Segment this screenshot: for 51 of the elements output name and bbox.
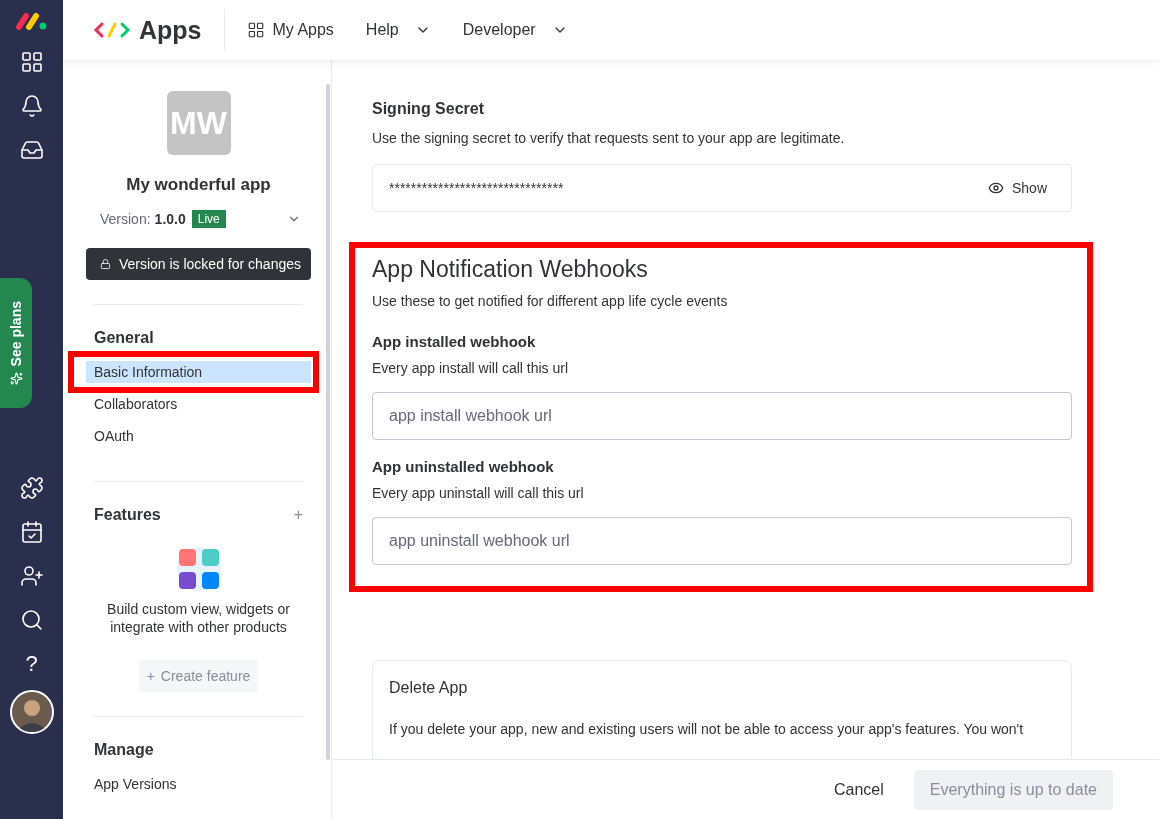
url-input-field[interactable]: app install webhook url <box>372 392 1072 440</box>
plus-icon: + <box>146 668 155 684</box>
sidebar-item[interactable]: OAuth <box>86 425 311 447</box>
grid-icon[interactable] <box>19 50 44 74</box>
section-title: Signing Secret <box>372 100 486 118</box>
field-hint: Every app uninstall will call this url <box>372 485 585 501</box>
app-initials-tile: MW <box>166 91 231 155</box>
see-plans-button[interactable]: See plans <box>0 278 32 408</box>
app-name: My wonderful app <box>125 175 272 195</box>
help-icon[interactable]: ? <box>19 652 44 676</box>
card-title: Delete App <box>389 679 469 697</box>
search-icon[interactable] <box>19 608 44 632</box>
user-avatar[interactable] <box>9 690 54 734</box>
lock-icon <box>100 256 111 272</box>
widgets-illustration-icon <box>175 546 222 592</box>
app-title: Apps <box>139 15 202 45</box>
sparkle-icon <box>9 372 23 386</box>
section-title: Features <box>94 506 161 524</box>
section-description: Use these to get notified for different app life cycle events <box>372 293 729 309</box>
field-hint: Every app install will call this url <box>372 360 570 376</box>
card-text: If you delete your app, new and existing users will not be able to access your app's features. You won't <box>389 721 1025 737</box>
sidebar-item[interactable]: App Versions <box>86 773 311 795</box>
features-empty-text: Build custom view, widgets or integrate with other products <box>106 600 291 636</box>
locked-notice-text: Version is locked for changes <box>118 256 301 272</box>
logo-icon[interactable] <box>14 12 49 30</box>
add-user-icon[interactable] <box>19 564 44 588</box>
secret-value: ******************************** <box>389 180 564 196</box>
version-number: 1.0.0 <box>154 211 186 227</box>
cancel-button[interactable]: Cancel <box>827 779 890 800</box>
grid-icon <box>246 21 265 39</box>
section-title: General <box>94 329 154 347</box>
sidebar-item[interactable]: Basic Information <box>86 361 311 383</box>
inbox-icon[interactable] <box>19 138 44 162</box>
nav-dropdown[interactable]: Developer <box>462 21 578 39</box>
eye-icon <box>987 180 1004 196</box>
url-input-field[interactable]: app uninstall webhook url <box>372 517 1072 565</box>
nav-dropdown[interactable]: Help <box>365 21 441 39</box>
field-label: App installed webhook <box>372 333 537 350</box>
sidebar-item[interactable]: Collaborators <box>86 393 311 415</box>
version-label: Version: <box>100 211 151 227</box>
nav-link[interactable]: My Apps <box>246 21 344 39</box>
section-title: App Notification Webhooks <box>372 256 649 283</box>
status-badge: Live <box>191 210 226 228</box>
code-logo-icon <box>93 21 131 39</box>
show-button[interactable]: Show <box>979 180 1055 196</box>
field-label: App uninstalled webhook <box>372 458 555 475</box>
section-description: Use the signing secret to verify that requests sent to your app are legitimate. <box>372 130 846 146</box>
section-title: Manage <box>94 741 154 759</box>
bell-icon[interactable] <box>19 94 44 118</box>
puzzle-icon[interactable] <box>19 476 44 500</box>
calendar-icon[interactable] <box>19 520 44 544</box>
